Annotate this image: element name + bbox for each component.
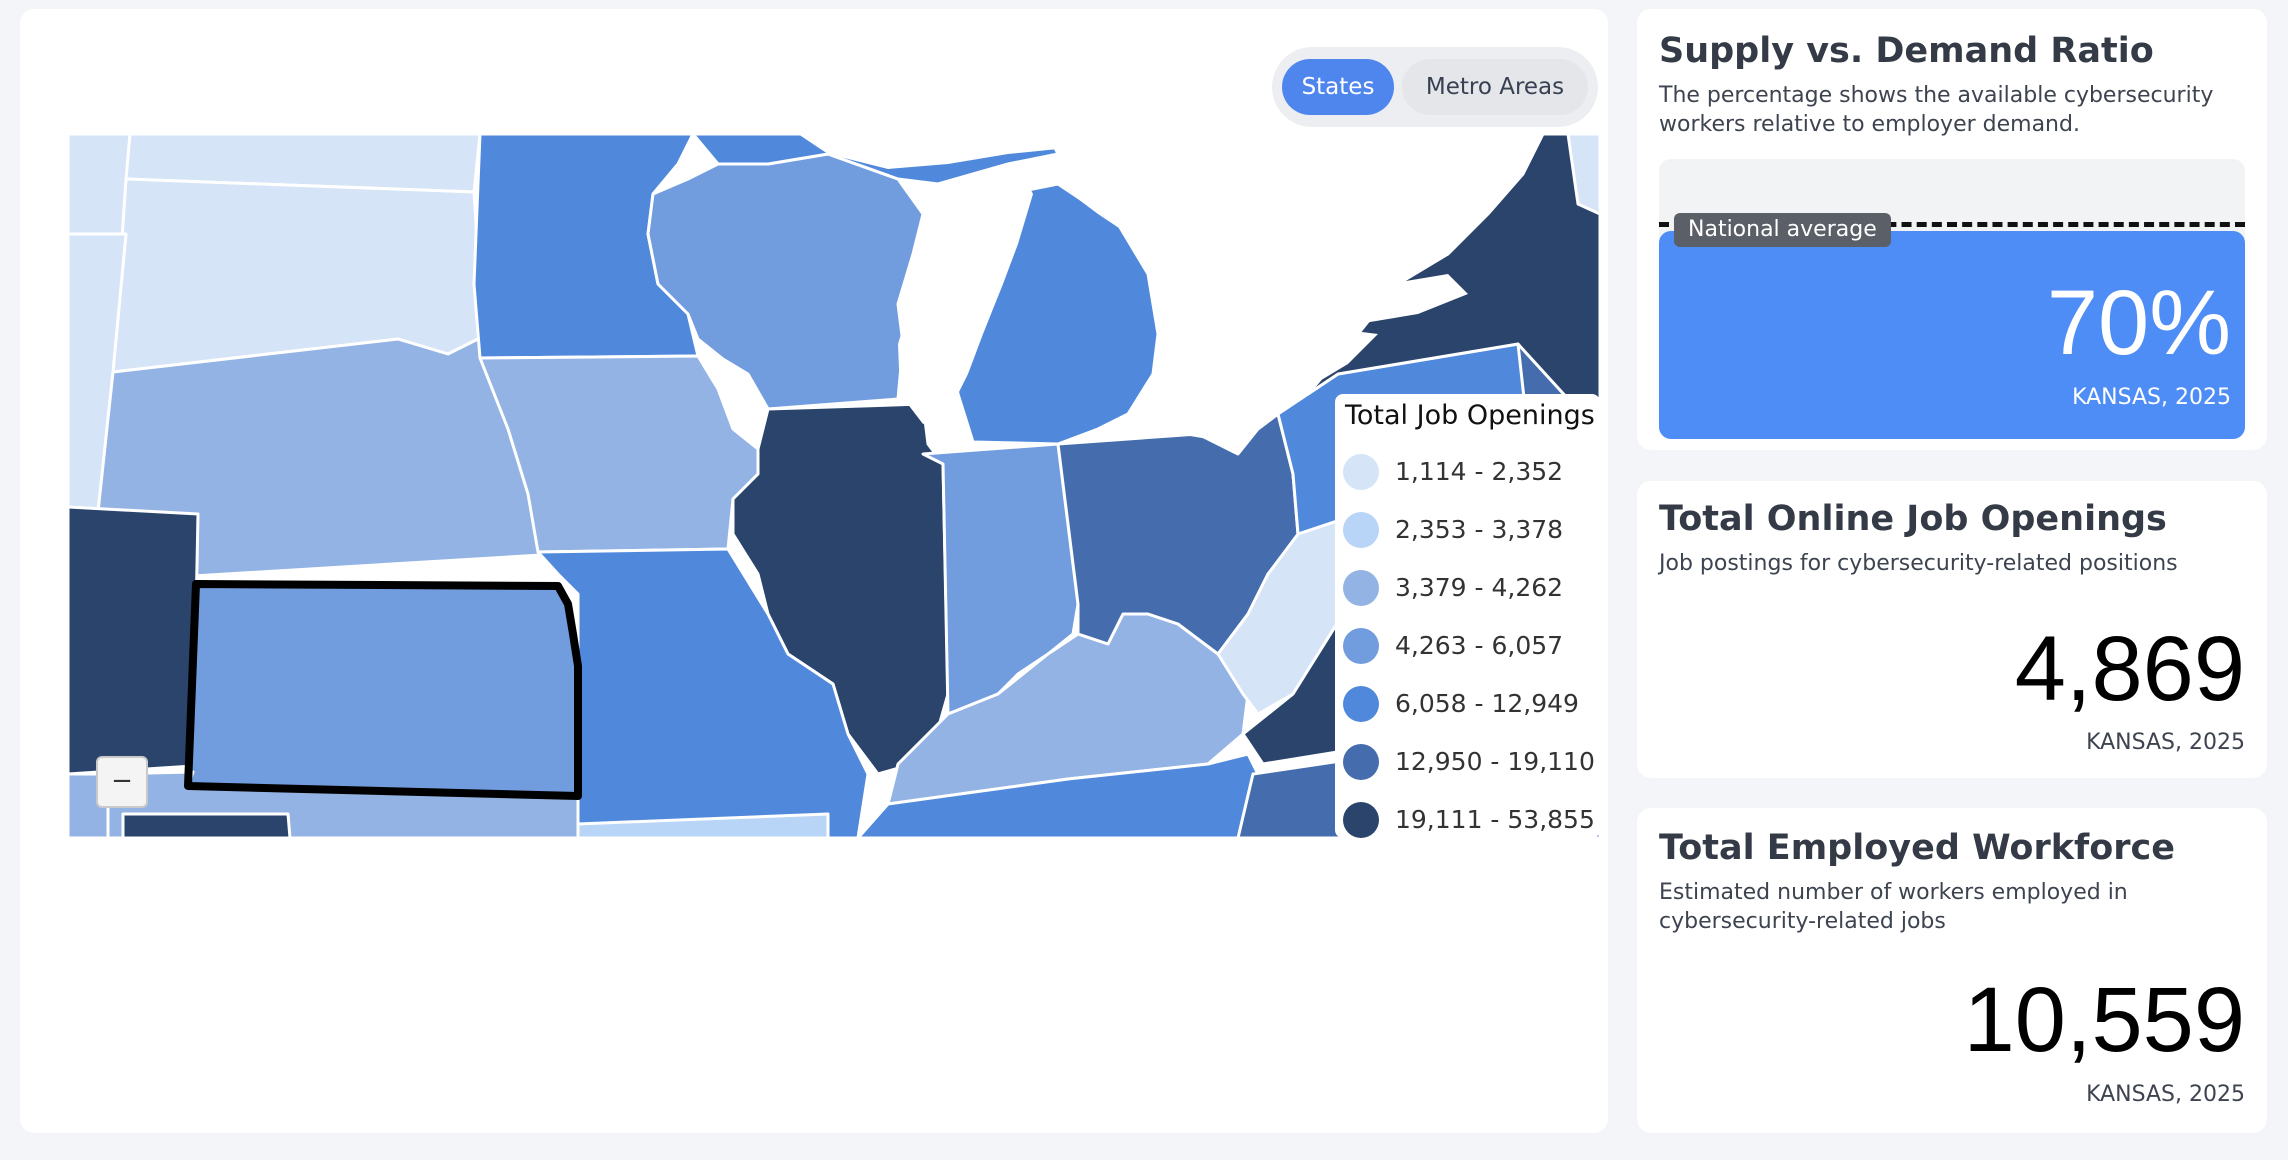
state-kansas bbox=[186, 582, 580, 798]
ratio-title: Supply vs. Demand Ratio bbox=[1659, 31, 2154, 71]
state-south-dakota bbox=[111, 177, 490, 374]
legend-swatch bbox=[1343, 512, 1379, 548]
workforce-description: Estimated number of workers employed in … bbox=[1659, 880, 2128, 934]
state-colorado bbox=[68, 505, 200, 776]
ratio-description: The percentage shows the available cyber… bbox=[1659, 83, 2214, 137]
workforce-title: Total Employed Workforce bbox=[1659, 828, 2176, 868]
openings-context: KANSAS, 2025 bbox=[2086, 730, 2245, 755]
workforce-card: Total Employed Workforce Estimated numbe… bbox=[1637, 808, 2267, 1133]
legend-label: 4,263 - 6,057 bbox=[1395, 631, 1564, 660]
openings-value: 4,869 bbox=[2014, 618, 2245, 720]
legend-swatch bbox=[1343, 628, 1379, 664]
geography-toggle: States Metro Areas bbox=[1272, 47, 1598, 127]
workforce-context: KANSAS, 2025 bbox=[2086, 1082, 2245, 1107]
metro-areas-toggle-button[interactable]: Metro Areas bbox=[1402, 59, 1588, 115]
legend-label: 2,353 - 3,378 bbox=[1395, 515, 1564, 544]
legend-label: 19,111 - 53,855 bbox=[1395, 805, 1595, 834]
legend-label: 6,058 - 12,949 bbox=[1395, 689, 1579, 718]
states-toggle-button[interactable]: States bbox=[1282, 59, 1394, 115]
openings-description: Job postings for cybersecurity-related p… bbox=[1659, 551, 2178, 576]
legend-swatch bbox=[1343, 686, 1379, 722]
ratio-value: 70% bbox=[2046, 272, 2231, 374]
national-average-badge: National average bbox=[1674, 213, 1891, 247]
legend-swatch bbox=[1343, 454, 1379, 490]
zoom-out-button[interactable]: − bbox=[96, 756, 148, 808]
legend-label: 12,950 - 19,110 bbox=[1395, 747, 1595, 776]
openings-title: Total Online Job Openings bbox=[1659, 499, 2167, 539]
job-openings-card: Total Online Job Openings Job postings f… bbox=[1637, 481, 2267, 778]
legend-swatch bbox=[1343, 744, 1379, 780]
map-card: States Metro Areas − Total Job Openings … bbox=[20, 9, 1608, 1133]
supply-demand-card: Supply vs. Demand Ratio The percentage s… bbox=[1637, 9, 2267, 450]
map-legend: Total Job Openings 1,114 - 2,352 2,353 -… bbox=[1335, 394, 1600, 838]
state-texas-panhandle bbox=[121, 812, 292, 838]
legend-label: 3,379 - 4,262 bbox=[1395, 573, 1564, 602]
legend-label: 1,114 - 2,352 bbox=[1395, 457, 1564, 486]
legend-swatch bbox=[1343, 570, 1379, 606]
legend-title: Total Job Openings bbox=[1345, 400, 1595, 431]
state-region bbox=[68, 134, 132, 238]
legend-swatch bbox=[1343, 802, 1379, 838]
workforce-value: 10,559 bbox=[1963, 969, 2245, 1071]
ratio-context: KANSAS, 2025 bbox=[2072, 385, 2231, 410]
